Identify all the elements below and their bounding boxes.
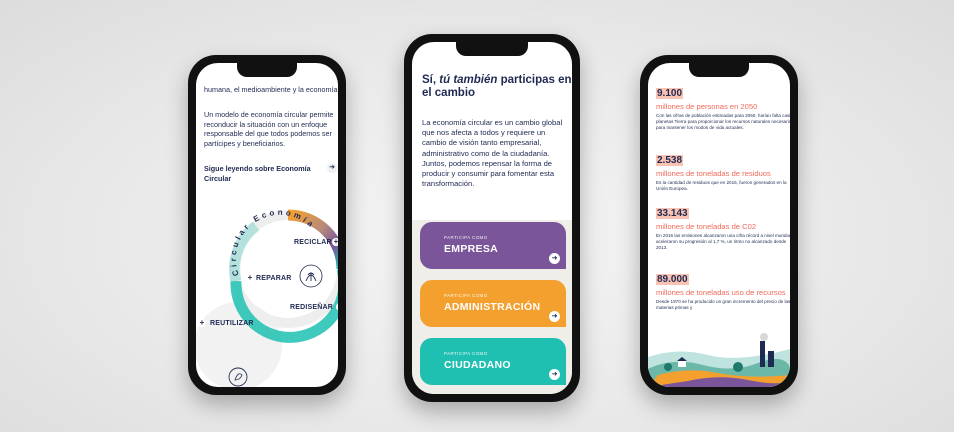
stat-number: 33.143 (656, 208, 689, 219)
phone-right-screen: 9.100 millones de personas en 2050 Con l… (648, 63, 790, 387)
card-ciudadano[interactable]: PARTICIPA COMO CIUDADANO ➜ (420, 338, 566, 385)
intro-paragraph: La economía circular es un cambio global… (422, 118, 563, 189)
stat-number: 89.000 (656, 274, 689, 285)
stat-unit: millones de toneladas de residuos (656, 169, 771, 178)
step-reciclar[interactable]: RECICLAR (294, 239, 332, 246)
card-empresa[interactable]: PARTICIPA COMO EMPRESA ➜ (420, 222, 566, 269)
arrow-right-icon[interactable]: ➜ (549, 369, 560, 380)
arrow-right-icon[interactable]: ➜ (549, 253, 560, 264)
plus-icon[interactable]: + (246, 274, 254, 282)
plus-icon[interactable]: + (198, 319, 206, 327)
card-caption: PARTICIPA COMO (444, 351, 488, 356)
plus-icon[interactable]: + (336, 303, 338, 311)
card-caption: PARTICIPA COMO (444, 235, 488, 240)
stat-description: En 2016 las emisiones alcanzaron una cif… (656, 233, 790, 250)
stat-unit: millones de toneladas de C02 (656, 222, 757, 231)
step-reparar[interactable]: REPARAR (256, 275, 292, 282)
card-administracion[interactable]: PARTICIPA COMO ADMINISTRACIÓN ➜ (420, 280, 566, 327)
circular-paragraph: Un modelo de economía circular permite r… (204, 110, 334, 148)
stat-population: 9.100 millones de personas en 2050 Con l… (656, 83, 790, 131)
plus-icon[interactable]: + (332, 238, 338, 246)
card-label: CIUDADANO (444, 359, 511, 371)
stat-number: 9.100 (656, 88, 684, 99)
phone-center-screen: Sí, tú también participas en el cambio L… (412, 42, 572, 394)
circular-economy-diagram: Circular Economía (196, 208, 338, 387)
stat-unit: millones de personas en 2050 (656, 102, 758, 111)
phone-center: Sí, tú también participas en el cambio L… (404, 34, 580, 402)
arrow-right-icon[interactable]: ➜ (327, 163, 337, 173)
phone-right: 9.100 millones de personas en 2050 Con l… (640, 55, 798, 395)
stat-description: Desde 1970 se ha producido un gran incre… (656, 299, 790, 310)
landscape-illustration (648, 327, 790, 387)
phone-notch (689, 63, 749, 77)
card-label: ADMINISTRACIÓN (444, 301, 541, 313)
phone-left: humana, el medioambiente y la economía. … (188, 55, 346, 395)
read-more-link[interactable]: Sigue leyendo sobre Economía Circular (204, 164, 324, 183)
stat-co2: 33.143 millones de toneladas de C02 En 2… (656, 203, 790, 251)
card-label: EMPRESA (444, 243, 499, 255)
phone-notch (237, 63, 297, 77)
stat-resources: 89.000 millones de toneladas uso de recu… (656, 269, 790, 311)
phone-left-screen: humana, el medioambiente y la economía. … (196, 63, 338, 387)
card-caption: PARTICIPA COMO (444, 293, 488, 298)
stat-description: Es la cantidad de residuos que en 2016, … (656, 180, 787, 191)
stat-description: Con las cifras de población estimadas pa… (656, 113, 790, 130)
arrow-right-icon[interactable]: ➜ (549, 311, 560, 322)
step-redisenar[interactable]: REDISEÑAR (290, 304, 333, 311)
phone-notch (456, 42, 528, 56)
page-title: Sí, tú también participas en el cambio (422, 74, 572, 99)
step-reutilizar[interactable]: REUTILIZAR (210, 320, 254, 327)
stat-waste: 2.538 millones de toneladas de residuos … (656, 150, 790, 192)
stat-number: 2.538 (656, 155, 684, 166)
stat-unit: millones de toneladas uso de recursos (656, 288, 786, 297)
intro-text: humana, el medioambiente y la economía. (204, 85, 338, 94)
